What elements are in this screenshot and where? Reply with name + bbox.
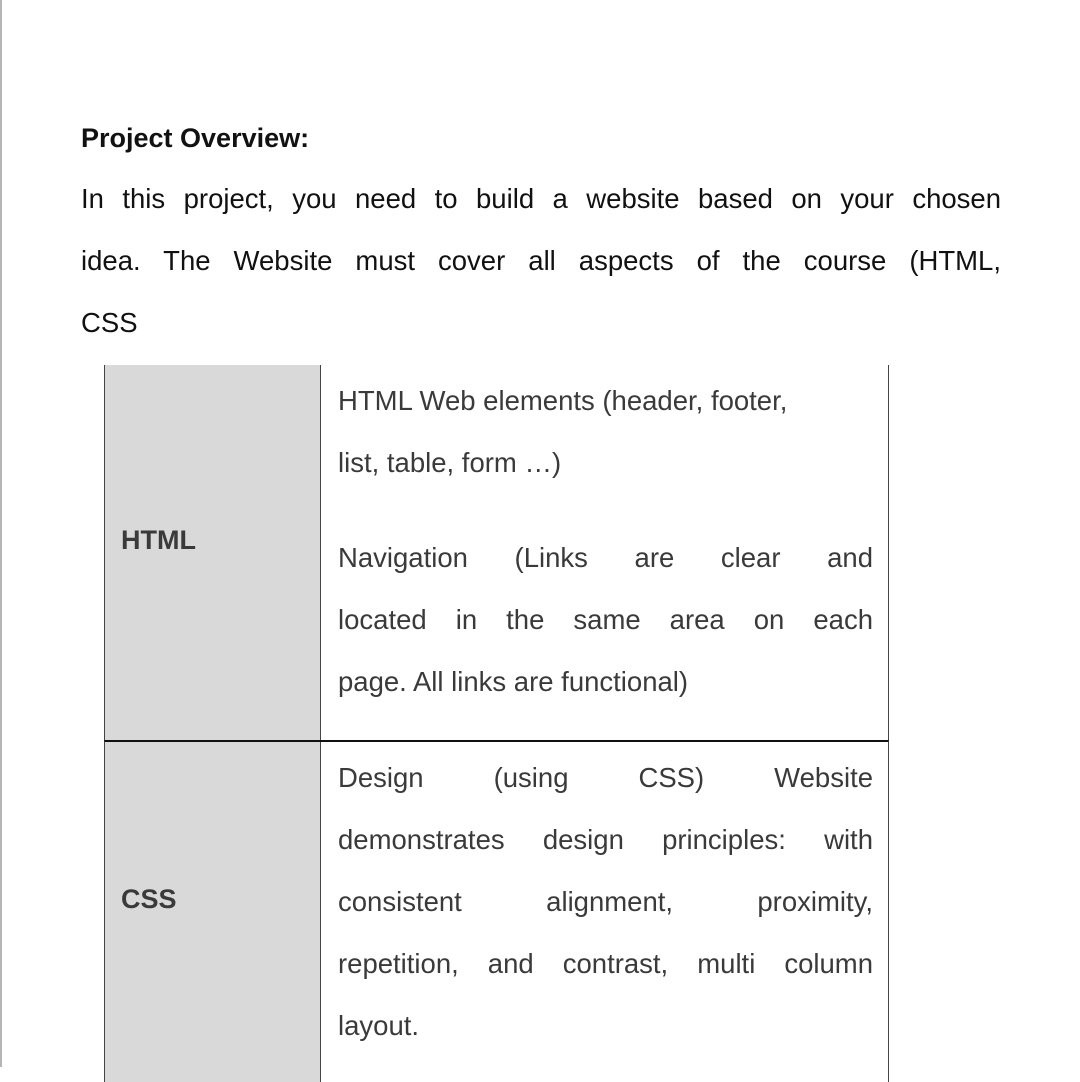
intro-line: In this project, you need to build a web… bbox=[81, 183, 1001, 214]
criteria-item: HTML Web elements (header, footer, list,… bbox=[321, 370, 888, 494]
criteria-line: located in the same area on each bbox=[338, 604, 873, 635]
row-label: CSS bbox=[121, 884, 177, 914]
table-row-html: HTML HTML Web elements (header, footer, … bbox=[104, 365, 889, 740]
criteria-line: Design (using CSS) Website bbox=[338, 762, 873, 793]
row-label-cell: HTML bbox=[105, 365, 321, 740]
criteria-line: Navigation (Links are clear and bbox=[338, 542, 873, 573]
intro-line: idea. The Website must cover all aspects… bbox=[81, 245, 1001, 276]
criteria-line: demonstrates design principles: with bbox=[338, 824, 873, 855]
row-content-cell: Design (using CSS) Website demonstrates … bbox=[321, 742, 888, 1082]
table-row-css: CSS Design (using CSS) Website demonstra… bbox=[104, 740, 889, 1082]
row-label-cell: CSS bbox=[105, 742, 321, 1082]
criteria-line: repetition, and contrast, multi column bbox=[338, 948, 873, 979]
intro-paragraph: In this project, you need to build a web… bbox=[81, 168, 1001, 354]
section-heading: Project Overview: bbox=[81, 123, 310, 153]
criteria-line: page. All links are functional) bbox=[338, 666, 689, 697]
criteria-line: list, table, form …) bbox=[338, 447, 562, 478]
item-separator bbox=[321, 518, 888, 520]
row-label: HTML bbox=[121, 525, 196, 555]
intro-line: CSS bbox=[81, 307, 138, 338]
criteria-table: HTML HTML Web elements (header, footer, … bbox=[104, 365, 889, 1082]
criteria-item: Navigation (Links are clear and located … bbox=[321, 527, 888, 713]
criteria-line: layout. bbox=[338, 1010, 420, 1041]
criteria-line: HTML Web elements (header, footer, bbox=[338, 385, 788, 416]
row-content-cell: HTML Web elements (header, footer, list,… bbox=[321, 365, 888, 740]
page-edge-divider bbox=[0, 0, 2, 1067]
criteria-item: Design (using CSS) Website demonstrates … bbox=[321, 747, 888, 1057]
criteria-line: consistent alignment, proximity, bbox=[338, 886, 873, 917]
